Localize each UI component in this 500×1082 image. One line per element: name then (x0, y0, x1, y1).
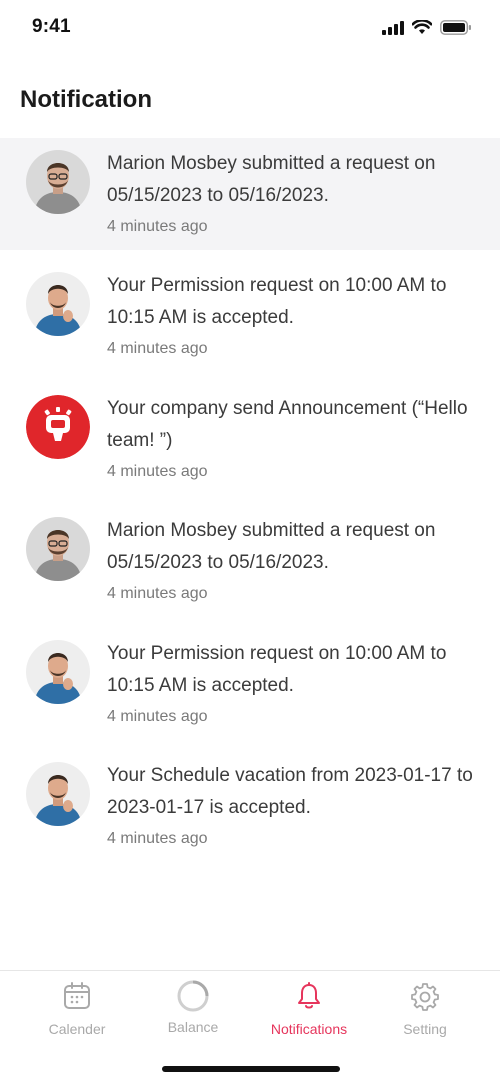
notification-item[interactable]: Your Schedule vacation from 2023-01-17 t… (0, 750, 500, 873)
status-bar: 9:41 (0, 0, 500, 60)
tab-label: Calender (48, 1021, 106, 1037)
notification-message: Your Permission request on 10:00 AM to 1… (107, 642, 447, 696)
tab-label: Balance (167, 1019, 219, 1035)
notification-item[interactable]: Your Permission request on 10:00 AM to 1… (0, 628, 500, 751)
balance-icon (177, 980, 209, 1012)
signal-icon (382, 20, 404, 35)
gear-icon (411, 983, 439, 1011)
announcement-icon (26, 394, 90, 459)
status-time: 9:41 (32, 16, 71, 37)
notification-time: 4 minutes ago (107, 585, 208, 603)
tab-setting[interactable]: Setting (367, 981, 483, 1037)
notification-message: Marion Mosbey submitted a request on 05/… (107, 520, 436, 574)
home-indicator (162, 1066, 340, 1072)
calendar-icon (64, 982, 90, 1009)
notification-message: Your Permission request on 10:00 AM to 1… (107, 275, 447, 328)
avatar (26, 639, 90, 704)
avatar (26, 272, 90, 336)
status-icons (382, 20, 472, 35)
notification-time: 4 minutes ago (107, 340, 208, 357)
notification-item[interactable]: Marion Mosbey submitted a request on 05/… (0, 138, 500, 250)
notification-time: 4 minutes ago (107, 218, 208, 235)
tab-calender[interactable]: Calender (19, 981, 135, 1037)
notification-time: 4 minutes ago (107, 707, 208, 725)
tab-notifications[interactable]: Notifications (251, 981, 367, 1037)
avatar (26, 517, 90, 582)
avatar (26, 762, 90, 827)
tab-balance[interactable]: Balance (135, 980, 251, 1035)
tab-label: Setting (403, 1021, 447, 1037)
notification-item[interactable]: Your Permission request on 10:00 AM to 1… (0, 260, 500, 383)
tab-label: Notifications (270, 1021, 348, 1037)
notification-time: 4 minutes ago (107, 462, 208, 480)
battery-icon (440, 20, 471, 35)
notification-message: Marion Mosbey submitted a request on 05/… (107, 153, 436, 206)
bell-icon (298, 982, 320, 1009)
notification-message: Your Schedule vacation from 2023-01-17 t… (107, 765, 473, 819)
notification-item[interactable]: Your company send Announcement (“Hello t… (0, 383, 500, 506)
wifi-icon (412, 20, 432, 34)
notification-message: Your company send Announcement (“Hello t… (107, 397, 468, 451)
page-title: Notification (20, 86, 152, 113)
avatar (26, 150, 90, 214)
notification-item[interactable]: Marion Mosbey submitted a request on 05/… (0, 505, 500, 628)
notification-time: 4 minutes ago (107, 830, 208, 848)
notification-list: Marion Mosbey submitted a request on 05/… (0, 138, 500, 873)
